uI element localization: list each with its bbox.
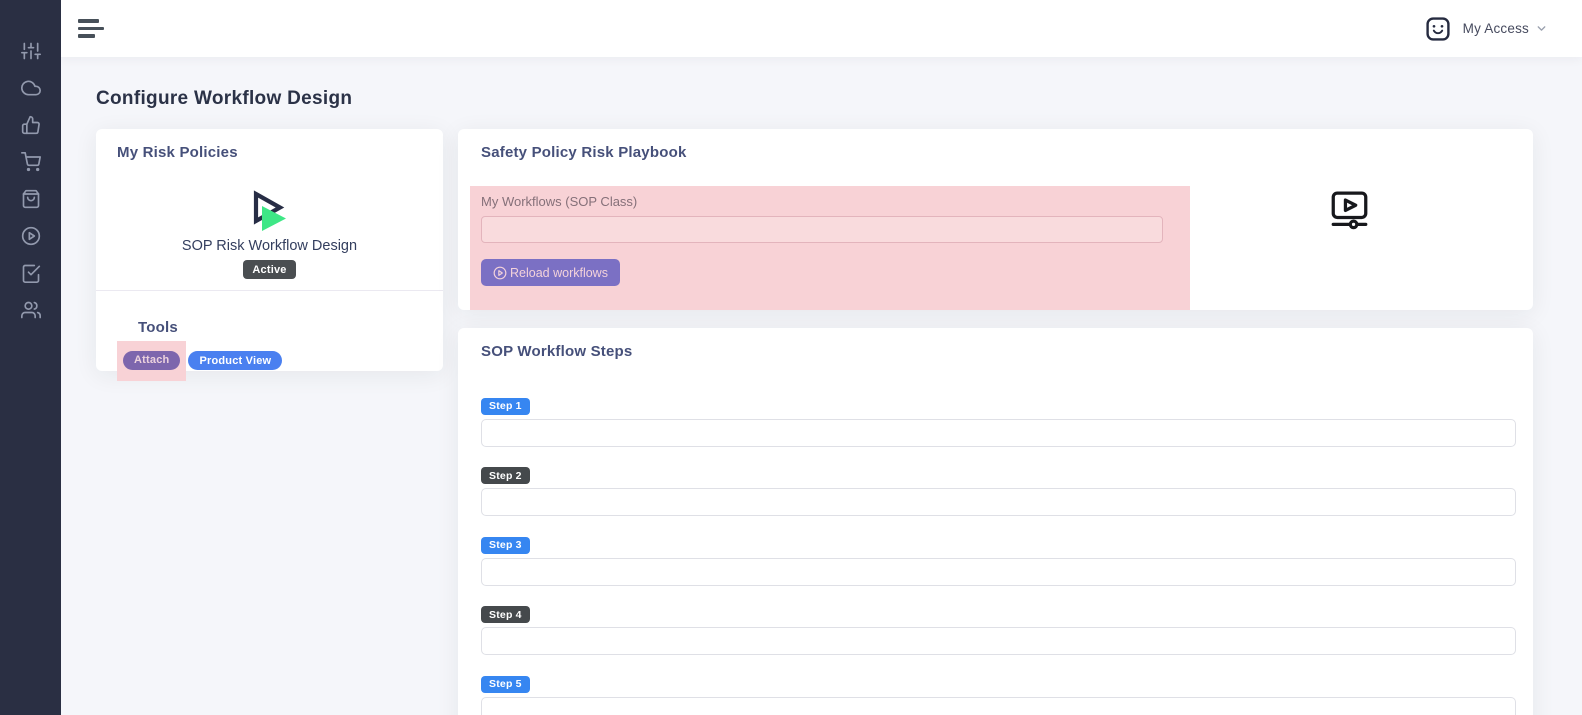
tools-section: Tools Attach Product View bbox=[96, 290, 443, 381]
shopping-bag-icon[interactable] bbox=[21, 189, 41, 209]
sliders-icon[interactable] bbox=[20, 41, 41, 61]
step-row: Step 4 bbox=[481, 605, 1516, 655]
attach-button[interactable]: Attach bbox=[123, 350, 181, 370]
step-row: Step 1 bbox=[481, 396, 1516, 447]
user-menu-dropdown[interactable]: My Access bbox=[1463, 21, 1548, 36]
check-square-icon[interactable] bbox=[21, 263, 41, 283]
page-title: Configure Workflow Design bbox=[96, 88, 353, 109]
reload-workflows-button[interactable]: Reload workflows bbox=[481, 259, 620, 286]
step-input[interactable] bbox=[481, 557, 1516, 586]
workflow-play-logo-icon bbox=[249, 190, 291, 237]
risk-card-title: My Risk Policies bbox=[117, 144, 238, 161]
shopping-cart-icon[interactable] bbox=[20, 152, 41, 172]
step-badge: Step 2 bbox=[481, 467, 530, 484]
cloud-icon[interactable] bbox=[20, 78, 41, 98]
thumbs-up-icon[interactable] bbox=[21, 115, 41, 135]
workflows-highlight-annotation: My Workflows (SOP Class) Reload workflow… bbox=[470, 186, 1190, 310]
tools-title: Tools bbox=[138, 319, 178, 336]
playbook-card-title: Safety Policy Risk Playbook bbox=[481, 144, 687, 161]
step-badge: Step 1 bbox=[481, 397, 530, 415]
steps-list: Step 1 Step 2 Step 3 Step 4 Step 5 bbox=[481, 396, 1516, 715]
sidebar bbox=[0, 0, 61, 715]
users-icon[interactable] bbox=[20, 300, 41, 320]
smiley-avatar-icon[interactable] bbox=[1426, 16, 1450, 41]
attach-highlight-annotation: Attach bbox=[117, 341, 187, 381]
menu-toggle-icon[interactable] bbox=[78, 19, 104, 38]
step-input[interactable] bbox=[481, 696, 1516, 715]
step-input[interactable] bbox=[481, 627, 1516, 655]
risk-policies-card: My Risk Policies SOP Risk Workflow Desig… bbox=[96, 129, 443, 381]
step-badge: Step 5 bbox=[481, 675, 530, 693]
step-badge: Step 3 bbox=[481, 536, 530, 554]
status-badge: Active bbox=[243, 260, 296, 279]
playbook-card: Safety Policy Risk Playbook My Workflows… bbox=[458, 129, 1533, 310]
step-row: Step 5 bbox=[481, 674, 1516, 715]
step-badge: Step 4 bbox=[481, 606, 530, 623]
reload-workflows-label: Reload workflows bbox=[510, 265, 608, 280]
step-input[interactable] bbox=[481, 488, 1516, 516]
step-row: Step 2 bbox=[481, 466, 1516, 516]
product-view-button[interactable]: Product View bbox=[188, 351, 283, 371]
workflow-steps-card: SOP Workflow Steps Step 1 Step 2 Step 3 … bbox=[458, 328, 1533, 715]
user-menu-label: My Access bbox=[1462, 21, 1529, 36]
main-content: Configure Workflow Design My Risk Polici… bbox=[61, 57, 1582, 715]
step-input[interactable] bbox=[481, 418, 1516, 447]
workflow-name: SOP Risk Workflow Design bbox=[181, 238, 358, 254]
play-circle-icon[interactable] bbox=[21, 226, 41, 246]
step-row: Step 3 bbox=[481, 535, 1516, 586]
top-navbar: My Access bbox=[61, 0, 1582, 57]
video-player-icon[interactable] bbox=[1330, 189, 1369, 232]
play-circle-icon bbox=[493, 266, 507, 279]
workflows-input[interactable] bbox=[481, 216, 1163, 243]
chevron-down-icon bbox=[1537, 26, 1546, 31]
steps-card-title: SOP Workflow Steps bbox=[481, 343, 633, 360]
workflows-label: My Workflows (SOP Class) bbox=[481, 194, 638, 209]
